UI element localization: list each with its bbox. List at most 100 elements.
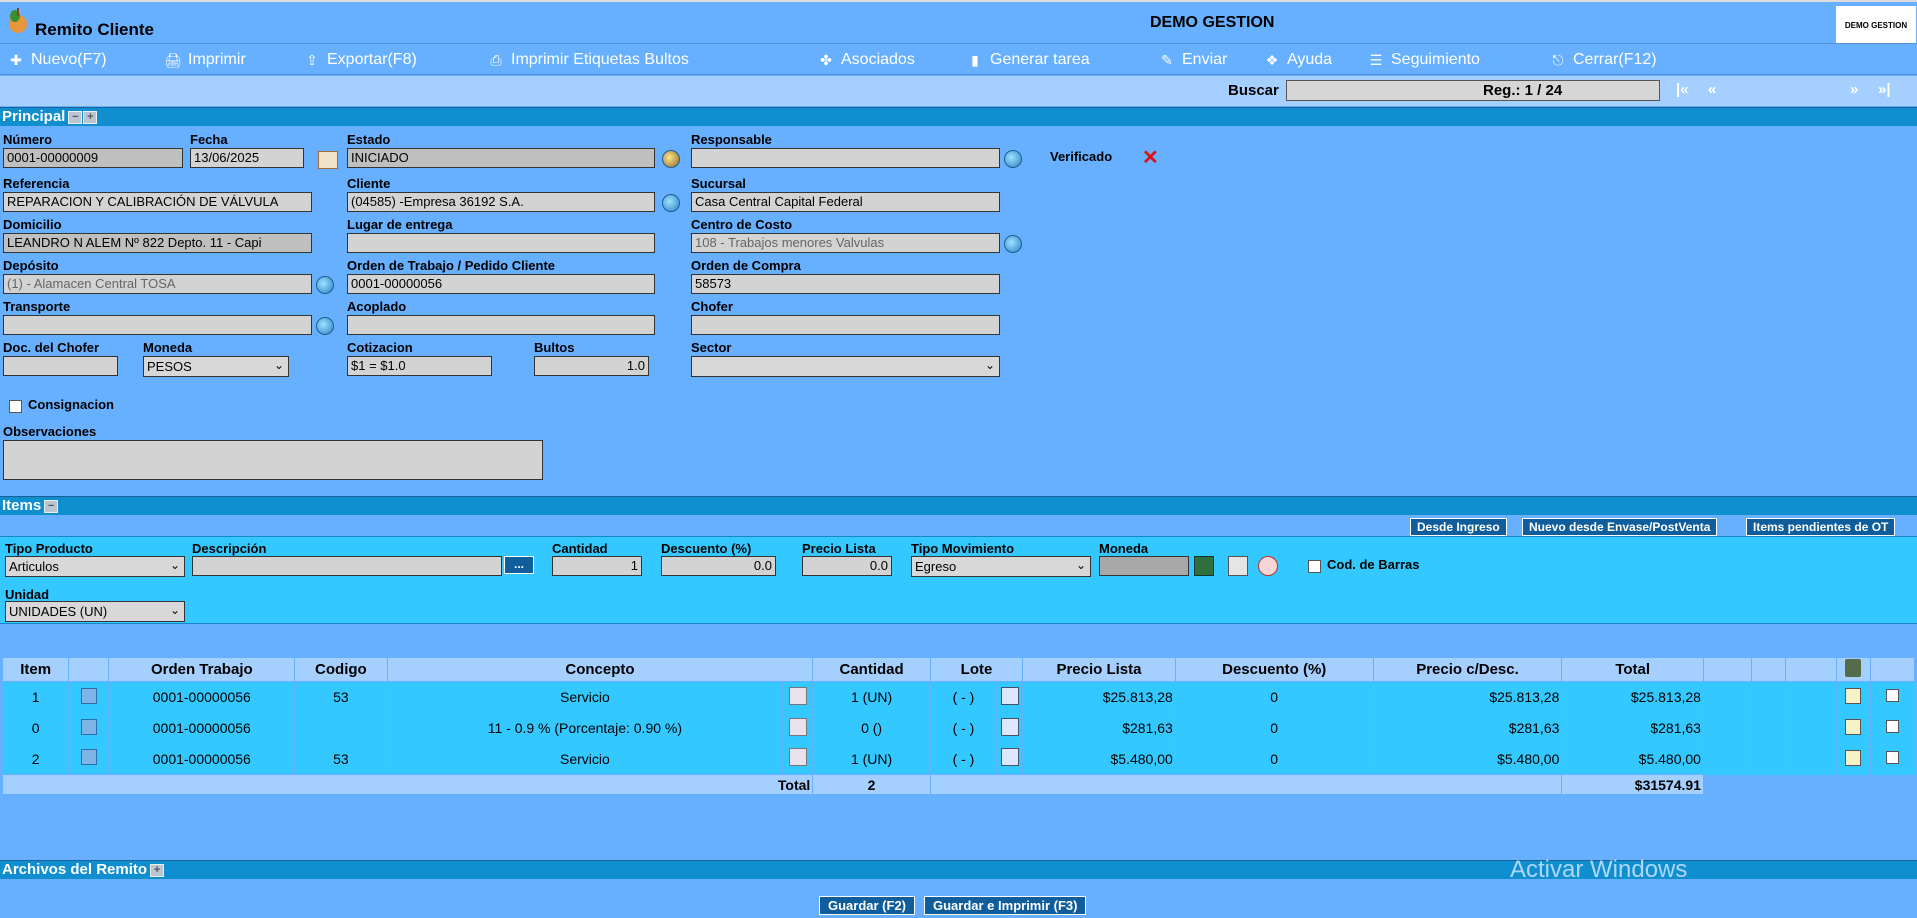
generate-task-button[interactable]: ▮ Generar tarea [965,50,1089,70]
table-row[interactable]: 1 0001-00000056 53 Servicio 1 (UN) ( - )… [1,681,1915,713]
search-input[interactable] [1286,80,1660,101]
tipo-movimiento-select[interactable]: Egreso ⌄ [911,556,1091,577]
sector-select[interactable]: ⌄ [691,356,1000,377]
cliente-field[interactable]: (04585) -Empresa 36192 S.A. [347,192,655,212]
descuento-field[interactable]: 0.0 [661,556,776,576]
unidad-select[interactable]: UNIDADES (UN) ⌄ [5,601,185,622]
descripcion-search-button[interactable]: ... [504,556,534,574]
document-icon[interactable] [788,686,807,705]
close-button[interactable]: ⎋ Cerrar(F12) [1548,50,1656,70]
col-cantidad: Cantidad [812,657,931,682]
descripcion-field[interactable] [192,556,502,576]
deposito-field[interactable]: (1) - Alamacen Central TOSA [3,274,312,294]
transporte-lookup-icon[interactable] [316,317,334,335]
orden-compra-field[interactable]: 58573 [691,274,1000,294]
cancel-item-icon[interactable] [1258,556,1278,576]
associates-icon: ✤ [820,51,832,68]
transporte-field[interactable] [3,315,312,335]
tipo-producto-label: Tipo Producto [5,541,93,556]
orden-trabajo-field[interactable]: 0001-00000056 [347,274,655,294]
edit-row-icon[interactable] [1845,687,1862,704]
responsable-lookup-icon[interactable] [1004,150,1022,168]
estado-field[interactable]: INICIADO [347,148,655,168]
acoplado-field[interactable] [347,315,655,335]
centro-costo-lookup-icon[interactable] [1004,235,1022,253]
row-checkbox[interactable] [1886,720,1900,733]
lugar-entrega-field[interactable] [347,233,655,253]
print-button[interactable]: 🖨 Imprimir [163,50,246,70]
collapse-icon[interactable]: − [44,499,59,513]
items-pendientes-button[interactable]: Items pendientes de OT [1746,518,1896,536]
edit-lote-icon[interactable] [1000,748,1019,767]
sucursal-field[interactable]: Casa Central Capital Federal [691,192,1000,212]
task-icon: ▮ [971,51,979,68]
row-checkbox[interactable] [1886,689,1900,703]
centro-costo-field[interactable]: 108 - Trabajos menores Valvulas [691,233,1000,253]
edit-row-icon[interactable] [1845,749,1862,766]
chofer-field[interactable] [691,315,1000,335]
prev-record-button[interactable]: « [1708,81,1716,98]
responsable-field[interactable] [691,148,1000,168]
document-icon[interactable] [788,748,807,767]
table-row[interactable]: 2 0001-00000056 53 Servicio 1 (UN) ( - )… [1,743,1915,775]
consignacion-checkbox[interactable] [9,400,22,413]
table-row[interactable]: 0 0001-00000056 11 - 0.9 % (Porcentaje: … [1,712,1915,744]
edit-lote-icon[interactable] [1000,717,1019,736]
sucursal-label: Sucursal [691,176,746,191]
moneda-select[interactable]: PESOS ⌄ [143,356,289,377]
edit-item-icon[interactable] [1228,556,1248,576]
precio-lista-field[interactable]: 0.0 [802,556,892,576]
help-button[interactable]: ❖ Ayuda [1262,50,1332,70]
associates-button[interactable]: ✤ Asociados [816,50,915,70]
last-record-button[interactable]: »| [1878,81,1891,98]
observaciones-field[interactable] [3,440,543,480]
document-icon[interactable] [788,717,807,736]
cell-orden: 0001-00000056 [108,743,295,775]
detail-icon[interactable] [80,718,97,735]
first-record-button[interactable]: |« [1676,81,1689,98]
moneda-item-field[interactable] [1099,556,1189,576]
principal-section-bar: Principal − + [0,107,1917,126]
desde-ingreso-button[interactable]: Desde Ingreso [1410,518,1507,536]
guardar-imprimir-button[interactable]: Guardar e Imprimir (F3) [924,896,1087,915]
domicilio-field[interactable]: LEANDRO N ALEM Nº 822 Depto. 11 - Capi [3,233,312,253]
detail-icon[interactable] [80,749,97,766]
cantidad-field[interactable]: 1 [552,556,642,576]
send-button[interactable]: ✎ Enviar [1157,50,1227,70]
trash-icon[interactable] [1845,658,1862,677]
cell-descuento: 0 [1174,681,1374,713]
nuevo-envase-button[interactable]: Nuevo desde Envase/PostVenta [1522,518,1718,536]
expand-icon[interactable]: + [83,110,98,124]
export-button[interactable]: ⇪ Exportar(F8) [302,50,417,70]
new-button[interactable]: ✚ Nuevo(F7) [6,50,106,70]
expand-icon[interactable]: + [150,863,165,877]
moneda-label: Moneda [143,340,193,355]
col-precio-desc: Precio c/Desc. [1372,657,1563,682]
deposito-lookup-icon[interactable] [316,276,334,294]
tipo-producto-select[interactable]: Articulos ⌄ [5,556,185,577]
tracking-button[interactable]: ☰ Seguimiento [1366,50,1480,70]
guardar-button[interactable]: Guardar (F2) [819,896,916,915]
bultos-field[interactable]: 1.0 [534,356,649,376]
calendar-icon[interactable] [318,151,338,169]
doc-chofer-field[interactable] [3,356,118,376]
edit-row-icon[interactable] [1845,718,1862,735]
cod-barras-checkbox[interactable] [1308,560,1321,573]
cell-orden: 0001-00000056 [108,681,295,713]
responsable-label: Responsable [691,132,772,147]
detail-icon[interactable] [80,687,97,704]
bultos-label: Bultos [534,340,575,355]
next-record-button[interactable]: » [1850,81,1858,98]
row-checkbox[interactable] [1886,751,1900,764]
estado-lookup-icon[interactable] [662,150,680,168]
collapse-icon[interactable]: − [68,110,83,124]
search-label: Buscar [1228,82,1279,99]
fecha-field[interactable]: 13/06/2025 [190,148,304,168]
referencia-field[interactable]: REPARACION Y CALIBRACIÓN DE VÁLVULA [3,192,312,212]
numero-field[interactable]: 0001-00000009 [3,148,183,168]
print-labels-button[interactable]: ⎙ Imprimir Etiquetas Bultos [486,50,688,70]
cotizacion-field[interactable]: $1 = $1.0 [347,356,492,376]
save-item-icon[interactable] [1194,556,1214,576]
cliente-lookup-icon[interactable] [662,194,680,212]
edit-lote-icon[interactable] [1000,686,1019,705]
